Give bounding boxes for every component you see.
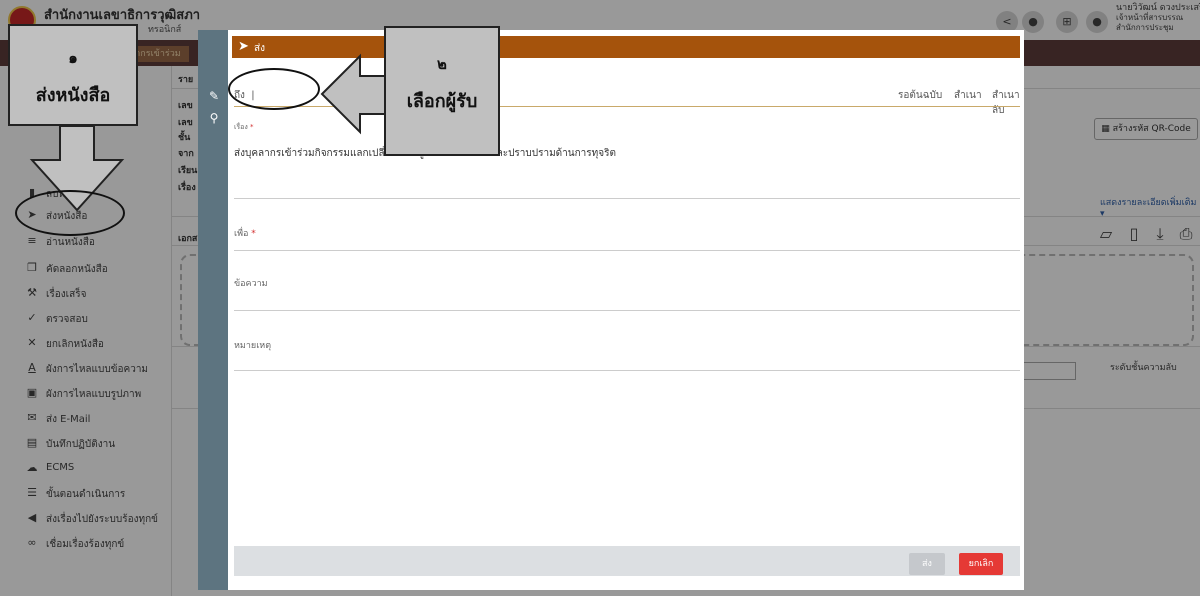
cancel-button[interactable]: ยกเลิก (959, 553, 1003, 575)
callout-step-2: ๒ เลือกผู้รับ (384, 26, 500, 156)
message-field[interactable] (234, 310, 1020, 311)
message-label: ข้อความ (234, 279, 268, 289)
highlight-ellipse-recipient (228, 68, 320, 110)
bcc-toggle[interactable]: สำเนาลับ (992, 88, 1024, 118)
field-underline (234, 198, 1020, 199)
send-button[interactable]: ส่ง (909, 553, 945, 575)
callout-2-text: เลือกผู้รับ (406, 91, 478, 112)
callout-1-number: ๑ (68, 49, 78, 67)
purpose-label: เพื่อ * (234, 229, 256, 239)
note-field[interactable] (234, 370, 1020, 371)
send-icon: ➤ (238, 39, 249, 54)
search-icon[interactable]: ⚲ (206, 110, 222, 126)
cc-toggle[interactable]: สำเนา (954, 88, 982, 103)
note-label: หมายเหตุ (234, 341, 272, 351)
callout-step-1: ๑ ส่งหนังสือ (8, 24, 138, 126)
app-window: สำนักงานเลขาธิการวุฒิสภา ทรอนิกส์ < ● ⊞ … (0, 0, 1200, 596)
callout-2-number: ๒ (437, 55, 447, 73)
dialog-title: ส่ง (254, 43, 265, 54)
dialog-footer: ส่ง ยกเลิก (234, 546, 1020, 576)
purpose-field[interactable] (234, 250, 1020, 251)
subject-label: เรื่อง * (234, 123, 254, 131)
original-copy-toggle[interactable]: รอต้นฉบับ (898, 88, 942, 103)
callout-1-text: ส่งหนังสือ (35, 85, 111, 106)
highlight-ellipse-send (15, 190, 125, 236)
edit-icon[interactable]: ✎ (206, 88, 222, 104)
